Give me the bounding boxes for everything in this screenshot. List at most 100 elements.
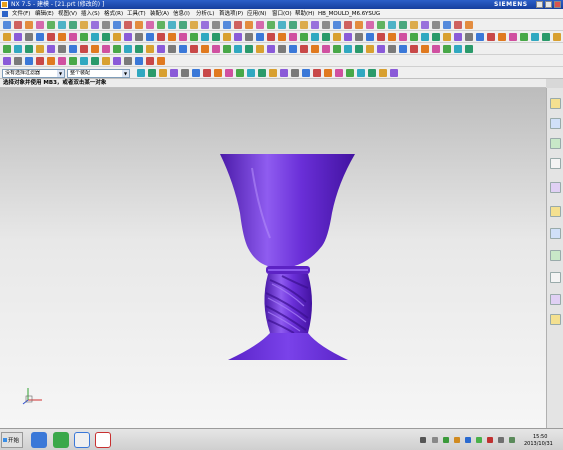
standard-tool-icon[interactable] (333, 21, 341, 29)
surface-tool-icon[interactable] (25, 57, 33, 65)
standard-tool-icon[interactable] (168, 21, 176, 29)
surface-tool-icon[interactable] (47, 57, 55, 65)
snap-tool-icon[interactable] (302, 69, 310, 77)
feature-tool-icon[interactable] (3, 33, 11, 41)
feature-tool-icon[interactable] (520, 33, 528, 41)
resource-bar-tab-icon[interactable] (550, 98, 561, 109)
tray-icon-6[interactable] (476, 437, 482, 443)
menu-hb-mould[interactable]: HB_MOULD_M6.6 (318, 10, 365, 18)
synchronous-tool-icon[interactable] (432, 45, 440, 53)
feature-tool-icon[interactable] (168, 33, 176, 41)
synchronous-tool-icon[interactable] (47, 45, 55, 53)
snap-tool-icon[interactable] (258, 69, 266, 77)
snap-tool-icon[interactable] (170, 69, 178, 77)
feature-tool-icon[interactable] (300, 33, 308, 41)
goblet-model[interactable] (0, 88, 546, 428)
network-icon[interactable] (509, 437, 515, 443)
synchronous-tool-icon[interactable] (58, 45, 66, 53)
synchronous-tool-icon[interactable] (124, 45, 132, 53)
menu-assemblies[interactable]: 装配(A) (150, 10, 169, 18)
feature-tool-icon[interactable] (223, 33, 231, 41)
standard-tool-icon[interactable] (25, 21, 33, 29)
feature-tool-icon[interactable] (245, 33, 253, 41)
feature-tool-icon[interactable] (432, 33, 440, 41)
feature-tool-icon[interactable] (58, 33, 66, 41)
feature-tool-icon[interactable] (553, 33, 561, 41)
standard-tool-icon[interactable] (113, 21, 121, 29)
standard-tool-icon[interactable] (355, 21, 363, 29)
synchronous-tool-icon[interactable] (267, 45, 275, 53)
standard-tool-icon[interactable] (14, 21, 22, 29)
snap-tool-icon[interactable] (379, 69, 387, 77)
surface-tool-icon[interactable] (69, 57, 77, 65)
synchronous-tool-icon[interactable] (355, 45, 363, 53)
standard-tool-icon[interactable] (267, 21, 275, 29)
feature-tool-icon[interactable] (498, 33, 506, 41)
synchronous-tool-icon[interactable] (465, 45, 473, 53)
standard-tool-icon[interactable] (322, 21, 330, 29)
synchronous-tool-icon[interactable] (168, 45, 176, 53)
tray-icon-2[interactable] (432, 437, 438, 443)
synchronous-tool-icon[interactable] (201, 45, 209, 53)
synchronous-tool-icon[interactable] (333, 45, 341, 53)
synchronous-tool-icon[interactable] (344, 45, 352, 53)
surface-tool-icon[interactable] (3, 57, 11, 65)
synchronous-tool-icon[interactable] (36, 45, 44, 53)
surface-tool-icon[interactable] (36, 57, 44, 65)
resource-bar-tab-icon[interactable] (550, 272, 561, 283)
standard-tool-icon[interactable] (278, 21, 286, 29)
surface-tool-icon[interactable] (58, 57, 66, 65)
synchronous-tool-icon[interactable] (223, 45, 231, 53)
feature-tool-icon[interactable] (25, 33, 33, 41)
type-filter-dropdown[interactable]: 没有选择过滤器 ▼ (2, 69, 65, 78)
surface-tool-icon[interactable] (157, 57, 165, 65)
menu-window[interactable]: 窗口(O) (272, 10, 292, 18)
synchronous-tool-icon[interactable] (113, 45, 121, 53)
menu-file[interactable]: 文件(F) (12, 10, 30, 18)
feature-tool-icon[interactable] (289, 33, 297, 41)
synchronous-tool-icon[interactable] (454, 45, 462, 53)
feature-tool-icon[interactable] (509, 33, 517, 41)
standard-tool-icon[interactable] (311, 21, 319, 29)
synchronous-tool-icon[interactable] (25, 45, 33, 53)
feature-tool-icon[interactable] (399, 33, 407, 41)
snap-tool-icon[interactable] (368, 69, 376, 77)
standard-tool-icon[interactable] (234, 21, 242, 29)
feature-tool-icon[interactable] (377, 33, 385, 41)
snap-tool-icon[interactable] (137, 69, 145, 77)
surface-tool-icon[interactable] (113, 57, 121, 65)
snap-tool-icon[interactable] (214, 69, 222, 77)
feature-tool-icon[interactable] (322, 33, 330, 41)
surface-tool-icon[interactable] (135, 57, 143, 65)
standard-tool-icon[interactable] (245, 21, 253, 29)
standard-tool-icon[interactable] (58, 21, 66, 29)
taskbar-nx-icon[interactable] (95, 432, 111, 448)
feature-tool-icon[interactable] (157, 33, 165, 41)
synchronous-tool-icon[interactable] (289, 45, 297, 53)
menu-format[interactable]: 格式(R) (104, 10, 123, 18)
standard-tool-icon[interactable] (80, 21, 88, 29)
standard-tool-icon[interactable] (190, 21, 198, 29)
feature-tool-icon[interactable] (102, 33, 110, 41)
menu-edit[interactable]: 编辑(E) (35, 10, 54, 18)
selection-scope-dropdown[interactable]: 整个装配 ▼ (67, 69, 130, 78)
feature-tool-icon[interactable] (201, 33, 209, 41)
snap-tool-icon[interactable] (291, 69, 299, 77)
menu-ysug[interactable]: YSUG (365, 10, 380, 18)
resource-bar-tab-icon[interactable] (550, 138, 561, 149)
standard-tool-icon[interactable] (3, 21, 11, 29)
standard-tool-icon[interactable] (399, 21, 407, 29)
menu-tools[interactable]: 工具(T) (127, 10, 146, 18)
taskbar-app-icon-2[interactable] (53, 432, 69, 448)
resource-bar-tab-icon[interactable] (550, 228, 561, 239)
synchronous-tool-icon[interactable] (190, 45, 198, 53)
synchronous-tool-icon[interactable] (91, 45, 99, 53)
snap-tool-icon[interactable] (335, 69, 343, 77)
resource-bar-tab-icon[interactable] (550, 314, 561, 325)
standard-tool-icon[interactable] (300, 21, 308, 29)
standard-tool-icon[interactable] (289, 21, 297, 29)
surface-tool-icon[interactable] (91, 57, 99, 65)
menu-preferences[interactable]: 首选项(P) (219, 10, 243, 18)
synchronous-tool-icon[interactable] (234, 45, 242, 53)
tray-icon-4[interactable] (454, 437, 460, 443)
